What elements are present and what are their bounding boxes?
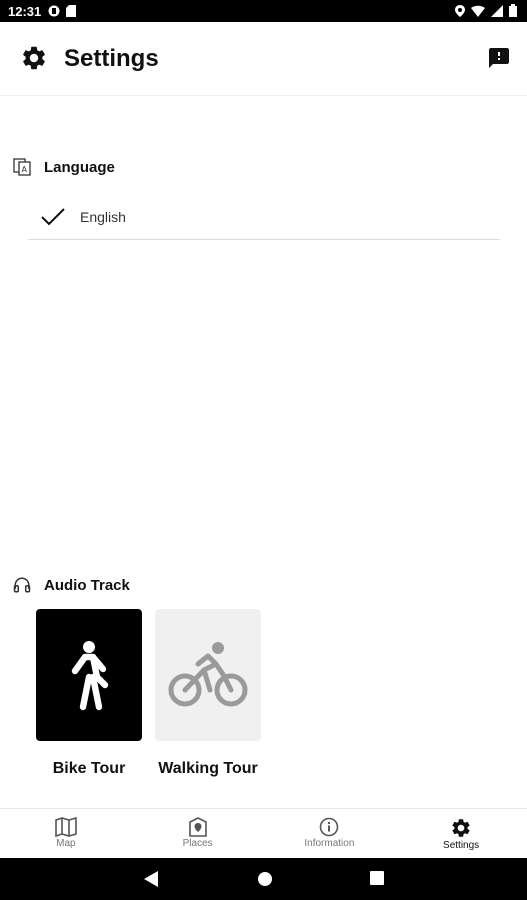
feedback-icon[interactable] [487, 46, 511, 70]
back-icon[interactable] [144, 871, 158, 887]
headphones-icon [13, 577, 31, 593]
notification-app-icon [48, 5, 60, 17]
tour-label-walking: Walking Tour [158, 760, 258, 777]
language-section: A Language [0, 150, 527, 184]
tour-label-bike: Bike Tour [52, 760, 126, 777]
nav-label-settings: Settings [443, 840, 480, 851]
map-icon [55, 817, 77, 837]
recents-icon[interactable] [370, 871, 384, 885]
audio-track-section: Audio Track [0, 568, 527, 602]
status-notification-icons [48, 5, 76, 17]
battery-icon [509, 4, 517, 17]
language-section-title: Language [44, 158, 115, 176]
place-marker-icon [188, 817, 207, 837]
status-system-icons [455, 4, 517, 17]
status-time: 12:31 [8, 4, 42, 19]
nav-item-map[interactable]: Map [0, 809, 132, 858]
gear-icon [452, 819, 470, 837]
tour-card-bike[interactable] [36, 609, 142, 741]
info-icon [320, 817, 339, 837]
bottom-navigation: Map Places Information Settings [0, 808, 527, 858]
nav-label-places: Places [182, 838, 213, 849]
status-bar: 12:31 [0, 0, 527, 22]
svg-text:A: A [22, 165, 28, 174]
gear-icon [23, 46, 45, 70]
home-icon[interactable] [257, 871, 273, 887]
language-section-header: A Language [0, 150, 527, 184]
audio-section-title: Audio Track [44, 576, 130, 594]
audio-section-header: Audio Track [0, 568, 527, 602]
signal-icon [491, 4, 503, 17]
translate-icon: A [13, 158, 31, 176]
location-icon [455, 4, 465, 17]
tour-card-walking[interactable] [155, 609, 261, 741]
cyclist-icon [168, 642, 248, 707]
language-option-english[interactable]: English [28, 198, 500, 240]
checkmark-icon [41, 208, 65, 226]
nav-label-information: Information [304, 838, 355, 849]
sd-card-icon [66, 5, 76, 17]
page-title: Settings [64, 45, 159, 72]
walking-person-icon [71, 641, 109, 711]
nav-label-map: Map [56, 838, 76, 849]
wifi-icon [471, 5, 485, 17]
app-bar: Settings [0, 22, 527, 96]
nav-item-information[interactable]: Information [264, 809, 396, 858]
nav-item-places[interactable]: Places [132, 809, 264, 858]
language-option-label: English [80, 209, 126, 225]
system-navigation-bar [0, 858, 527, 900]
nav-item-settings[interactable]: Settings [395, 809, 527, 858]
